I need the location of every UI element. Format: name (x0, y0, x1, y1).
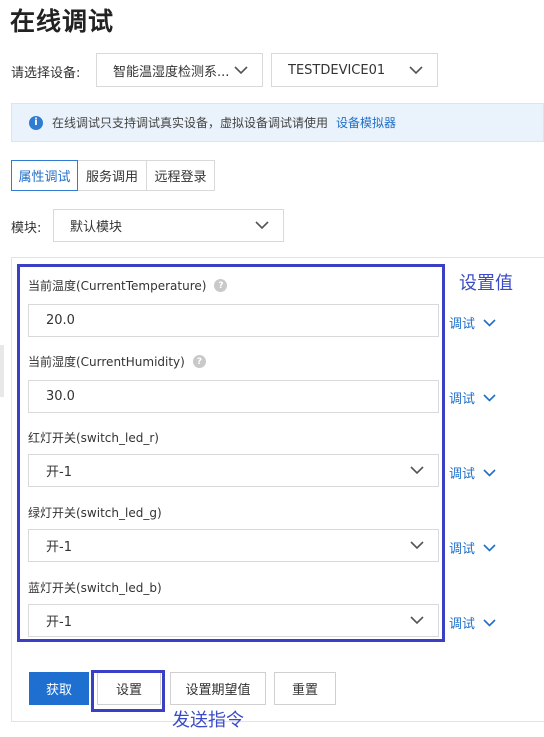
product-select[interactable]: 智能温湿度检测系... (96, 53, 263, 87)
tab-remote-login[interactable]: 远程登录 (146, 160, 215, 191)
device-simulator-link[interactable]: 设备模拟器 (336, 114, 396, 131)
debug-toggle-led-b[interactable]: 调试 (449, 613, 496, 632)
device-select[interactable]: TESTDEVICE01 (271, 53, 438, 87)
tab-property-debug[interactable]: 属性调试 (11, 160, 78, 191)
chevron-down-icon (405, 63, 427, 77)
device-selector-label: 请选择设备: (11, 66, 81, 81)
side-collapse-handle[interactable] (0, 345, 4, 397)
annotation-set-value: 设置值 (459, 273, 513, 294)
chevron-down-icon (483, 393, 496, 402)
tab-bar: 属性调试 服务调用 远程登录 (11, 160, 215, 191)
field-label-current-humidity: 当前湿度(CurrentHumidity) ? (28, 353, 206, 370)
info-icon: i (29, 115, 43, 130)
set-expected-value-button[interactable]: 设置期望值 (170, 672, 266, 705)
annotation-send-command: 发送指令 (172, 710, 244, 731)
chevron-down-icon (230, 63, 252, 77)
help-icon[interactable]: ? (214, 279, 228, 292)
field-label-switch-led-b: 蓝灯开关(switch_led_b) (28, 581, 162, 595)
set-button[interactable]: 设置 (97, 672, 161, 705)
chevron-down-icon (406, 539, 428, 553)
chevron-down-icon (483, 618, 496, 627)
debug-toggle-led-r[interactable]: 调试 (449, 463, 496, 482)
field-label-current-temperature: 当前温度(CurrentTemperature) ? (28, 277, 228, 294)
reset-button[interactable]: 重置 (274, 672, 336, 705)
switch-led-r-select[interactable]: 开-1 (28, 454, 439, 487)
debug-toggle-led-g[interactable]: 调试 (449, 538, 496, 557)
field-label-switch-led-g: 绿灯开关(switch_led_g) (28, 506, 162, 520)
switch-led-g-select[interactable]: 开-1 (28, 529, 439, 562)
module-select-value: 默认模块 (70, 220, 123, 235)
tab-service-call[interactable]: 服务调用 (77, 160, 147, 191)
chevron-down-icon (406, 614, 428, 628)
chevron-down-icon (251, 219, 273, 233)
module-label: 模块: (11, 221, 42, 236)
notice-text: 在线调试只支持调试真实设备，虚拟设备调试请使用 (52, 116, 329, 130)
help-icon[interactable]: ? (192, 355, 206, 368)
chevron-down-icon (483, 318, 496, 327)
chevron-down-icon (483, 468, 496, 477)
info-notice: i 在线调试只支持调试真实设备，虚拟设备调试请使用 设备模拟器 (11, 103, 544, 142)
current-temperature-input[interactable]: 20.0 (28, 304, 439, 337)
page-title: 在线调试 (10, 7, 115, 36)
debug-toggle-temperature[interactable]: 调试 (449, 313, 496, 332)
field-label-switch-led-r: 红灯开关(switch_led_r) (28, 431, 159, 445)
device-select-value: TESTDEVICE01 (288, 62, 386, 78)
debug-toggle-humidity[interactable]: 调试 (449, 388, 496, 407)
current-humidity-input[interactable]: 30.0 (28, 380, 439, 413)
get-button[interactable]: 获取 (29, 672, 89, 705)
module-select[interactable]: 默认模块 (53, 209, 284, 242)
product-select-value: 智能温湿度检测系... (113, 64, 230, 80)
switch-led-b-select[interactable]: 开-1 (28, 604, 439, 637)
chevron-down-icon (406, 464, 428, 478)
chevron-down-icon (483, 543, 496, 552)
